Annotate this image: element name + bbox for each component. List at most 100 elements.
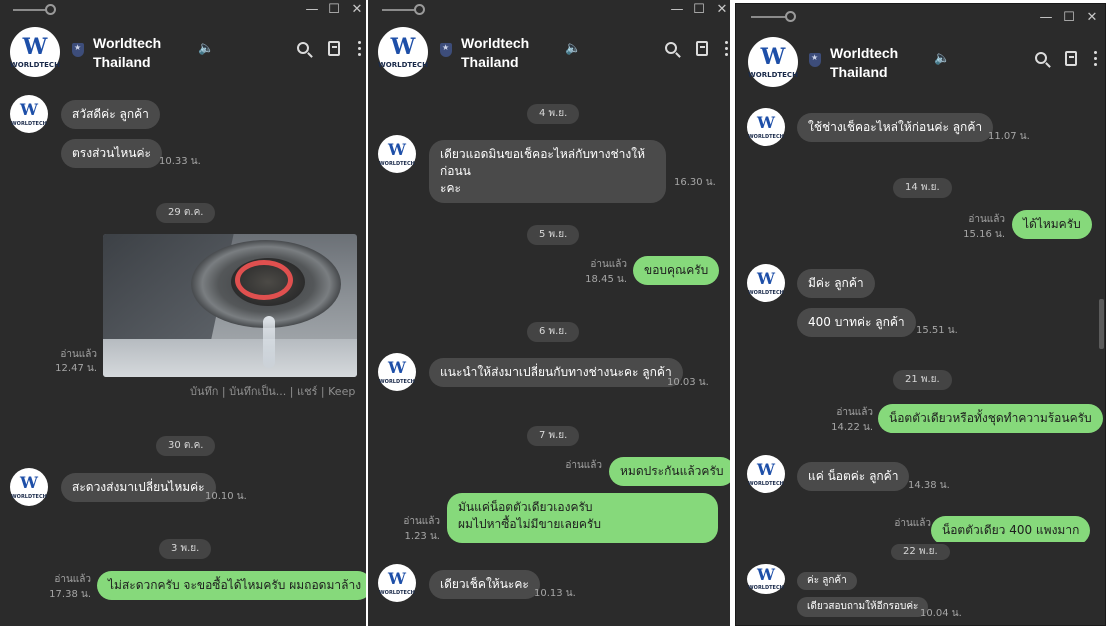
read-receipt: อ่านแล้ว: [565, 460, 602, 471]
timestamp: 15.51 น.: [916, 325, 958, 336]
message-bubble[interactable]: ได้ไหมครับ: [1012, 210, 1092, 239]
chat-window-1: — ☐ ✕ W WORLDTECH Worldtech Thailand 🔈 W…: [0, 0, 366, 626]
timestamp: 10.33 น.: [159, 156, 201, 167]
close-icon[interactable]: ✕: [349, 2, 365, 18]
message-bubble[interactable]: แค่ น็อตค่ะ ลูกค้า: [797, 462, 910, 491]
read-receipt: อ่านแล้ว: [968, 214, 1005, 225]
search-icon[interactable]: [664, 41, 680, 57]
minimize-icon[interactable]: —: [1038, 10, 1054, 26]
notes-icon[interactable]: [1063, 51, 1079, 67]
timestamp: 10.13 น.: [534, 588, 576, 599]
date-separator: 14 พ.ย.: [893, 178, 952, 198]
avatar[interactable]: W WORLDTECH: [10, 27, 60, 77]
official-badge-icon: [440, 43, 452, 57]
chat-title-line1: Worldtech: [93, 35, 162, 51]
avatar[interactable]: W WORLDTECH: [10, 95, 48, 133]
date-separator: 22 พ.ย.: [891, 544, 950, 560]
more-menu-icon[interactable]: [1088, 51, 1104, 67]
chat-header: W WORLDTECH Worldtech Thailand 🔈: [736, 32, 1105, 96]
avatar[interactable]: W WORLDTECH: [747, 564, 785, 594]
chat-header: W WORLDTECH Worldtech Thailand 🔈: [0, 22, 366, 86]
message-bubble[interactable]: ค่ะ ลูกค้า: [797, 572, 857, 590]
scrollbar-thumb[interactable]: [1099, 299, 1104, 349]
read-receipt: อ่านแล้ว: [836, 407, 873, 418]
timestamp: 11.07 น.: [988, 131, 1030, 142]
read-receipt: อ่านแล้ว: [54, 574, 91, 585]
close-icon[interactable]: ✕: [714, 2, 730, 18]
maximize-icon[interactable]: ☐: [326, 2, 342, 18]
avatar[interactable]: W WORLDTECH: [747, 264, 785, 302]
chat-title: Worldtech Thailand: [461, 34, 529, 72]
search-icon[interactable]: [296, 41, 312, 57]
timestamp: 10.04 น.: [920, 608, 962, 619]
message-line: เดียวแอดมินขอเช็คอะไหล่กับทางช่างให้ก่อน…: [440, 147, 646, 178]
timestamp: 17.38 น.: [49, 589, 91, 600]
date-separator: 29 ต.ค.: [156, 203, 216, 223]
minimize-icon[interactable]: —: [304, 2, 320, 18]
minimize-icon[interactable]: —: [669, 2, 685, 18]
message-bubble[interactable]: น็อตตัวเดียว 400 แพงมาก: [931, 516, 1091, 542]
avatar[interactable]: W WORLDTECH: [747, 108, 785, 146]
more-menu-icon[interactable]: [352, 41, 366, 57]
message-bubble[interactable]: สะดวงส่งมาเปลี่ยนไหมค่ะ: [61, 473, 216, 502]
message-bubble[interactable]: น็อตตัวเดียวหรือทั้งชุดทำความร้อนครับ: [878, 404, 1103, 433]
date-separator: 7 พ.ย.: [527, 426, 580, 446]
chat-window-2: — ☐ ✕ W WORLDTECH Worldtech Thailand 🔈 4…: [368, 0, 730, 626]
chat-title-line2: Thailand: [830, 64, 888, 80]
opacity-slider-knob[interactable]: [785, 11, 796, 22]
date-separator: 3 พ.ย.: [159, 539, 212, 559]
avatar[interactable]: W WORLDTECH: [378, 135, 416, 173]
timestamp: 10.03 น.: [667, 377, 709, 388]
message-bubble[interactable]: มันแค่น็อตตัวเดียวเองครับ ผมไปหาซื้อไม่ม…: [447, 493, 718, 543]
maximize-icon[interactable]: ☐: [691, 2, 707, 18]
notes-icon[interactable]: [694, 41, 710, 57]
avatar[interactable]: W WORLDTECH: [748, 37, 798, 87]
avatar[interactable]: W WORLDTECH: [378, 353, 416, 391]
message-bubble[interactable]: ไม่สะดวกครับ จะขอซื้อได้ไหมครับ ผมถอดมาล…: [97, 571, 366, 600]
notes-icon[interactable]: [326, 41, 342, 57]
message-bubble[interactable]: หมดประกันแล้วครับ: [609, 457, 730, 486]
avatar[interactable]: W WORLDTECH: [378, 27, 428, 77]
speaker-icon[interactable]: 🔈: [198, 41, 214, 56]
more-menu-icon[interactable]: [719, 41, 730, 57]
avatar[interactable]: W WORLDTECH: [378, 564, 416, 602]
read-receipt: อ่านแล้ว: [60, 349, 97, 360]
timestamp: 14.38 น.: [908, 480, 950, 491]
speaker-icon[interactable]: 🔈: [565, 41, 581, 56]
opacity-slider-knob[interactable]: [45, 4, 56, 15]
avatar[interactable]: W WORLDTECH: [747, 455, 785, 493]
maximize-icon[interactable]: ☐: [1061, 10, 1077, 26]
message-line: ผมไปหาซื้อไม่มีขายเลยครับ: [458, 517, 601, 531]
message-bubble[interactable]: 400 บาทค่ะ ลูกค้า: [797, 308, 916, 337]
timestamp: 12.47 น.: [55, 363, 97, 374]
opacity-slider-knob[interactable]: [414, 4, 425, 15]
chat-title-line2: Thailand: [461, 54, 519, 70]
message-bubble[interactable]: มีค่ะ ลูกค้า: [797, 269, 875, 298]
message-bubble[interactable]: ใช้ช่างเช็คอะไหล่ให้ก่อนค่ะ ลูกค้า: [797, 113, 994, 142]
message-bubble[interactable]: แนะนำให้ส่งมาเปลี่ยนกับทางช่างนะคะ ลูกค้…: [429, 358, 683, 387]
speaker-icon[interactable]: 🔈: [934, 51, 950, 66]
chat-title: Worldtech Thailand: [830, 44, 898, 82]
title-bar: — ☐ ✕: [0, 0, 366, 22]
message-bubble[interactable]: เดียวสอบถามให้อีกรอบค่ะ: [797, 597, 929, 617]
search-icon[interactable]: [1034, 51, 1050, 67]
message-bubble[interactable]: สวัสดีค่ะ ลูกค้า: [61, 100, 160, 129]
message-bubble[interactable]: เดียวแอดมินขอเช็คอะไหล่กับทางช่างให้ก่อน…: [429, 140, 666, 203]
chat-title: Worldtech Thailand: [93, 34, 161, 72]
date-separator: 6 พ.ย.: [527, 322, 580, 342]
message-bubble[interactable]: ตรงส่วนไหนค่ะ: [61, 139, 162, 168]
clipped-message-area: น็อตตัวเดียว 400 แพงมาก: [931, 512, 1101, 542]
read-receipt: อ่านแล้ว: [590, 259, 627, 270]
timestamp: 18.45 น.: [585, 274, 627, 285]
timestamp: 1.23 น.: [404, 531, 440, 542]
photo-actions[interactable]: บันทึก | บันทึกเป็น... | แชร์ | Keep: [190, 382, 355, 400]
message-bubble[interactable]: เดียวเช็คให้นะคะ: [429, 570, 540, 599]
date-separator: 30 ต.ค.: [156, 436, 216, 456]
message-bubble[interactable]: ขอบคุณครับ: [633, 256, 720, 285]
message-line: ะคะ: [440, 181, 461, 195]
close-icon[interactable]: ✕: [1084, 10, 1100, 26]
message-line: มันแค่น็อตตัวเดียวเองครับ: [458, 500, 593, 514]
photo-message[interactable]: [103, 234, 357, 377]
read-receipt: อ่านแล้ว: [894, 518, 931, 529]
avatar[interactable]: W WORLDTECH: [10, 468, 48, 506]
